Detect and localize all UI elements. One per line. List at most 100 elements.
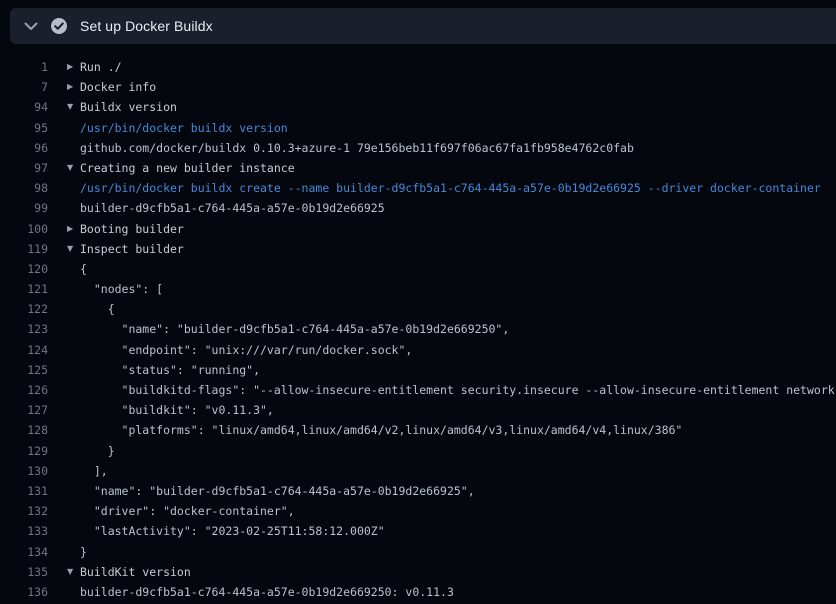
gutter-spacer <box>48 582 80 602</box>
gutter-spacer <box>48 198 80 218</box>
log-group-title: Buildx version <box>80 97 177 117</box>
gutter-spacer <box>48 319 80 339</box>
log-command-text: /usr/bin/docker buildx version <box>80 118 288 138</box>
line-number[interactable]: 126 <box>0 380 48 400</box>
triangle-right-icon[interactable]: ▶ <box>48 57 80 77</box>
log-group-title: Inspect builder <box>80 239 184 259</box>
line-number[interactable]: 96 <box>0 138 48 158</box>
log-line: 124 "endpoint": "unix:///var/run/docker.… <box>0 340 836 360</box>
line-number[interactable]: 128 <box>0 420 48 440</box>
triangle-down-icon[interactable]: ▼ <box>48 97 80 117</box>
gutter-spacer <box>48 178 80 198</box>
gutter-spacer <box>48 340 80 360</box>
triangle-down-icon[interactable]: ▼ <box>48 562 80 582</box>
log-output-text: builder-d9cfb5a1-c764-445a-a57e-0b19d2e6… <box>80 582 454 602</box>
chevron-down-icon[interactable] <box>16 8 46 44</box>
log-line: 126 "buildkitd-flags": "--allow-insecure… <box>0 380 836 400</box>
log-group-line[interactable]: 1▶Run ./ <box>0 57 836 77</box>
line-number[interactable]: 94 <box>0 97 48 117</box>
log-output-text: "endpoint": "unix:///var/run/docker.sock… <box>80 340 412 360</box>
gutter-spacer <box>48 501 80 521</box>
line-number[interactable]: 122 <box>0 299 48 319</box>
gutter-spacer <box>48 138 80 158</box>
line-number[interactable]: 1 <box>0 57 48 77</box>
line-number[interactable]: 98 <box>0 178 48 198</box>
log-line: 128 "platforms": "linux/amd64,linux/amd6… <box>0 420 836 440</box>
log-line: 131 "name": "builder-d9cfb5a1-c764-445a-… <box>0 481 836 501</box>
step-header[interactable]: Set up Docker Buildx <box>10 8 836 44</box>
line-number[interactable]: 136 <box>0 582 48 602</box>
triangle-right-icon[interactable]: ▶ <box>48 77 80 97</box>
log-group-title: Docker info <box>80 77 156 97</box>
line-number[interactable]: 97 <box>0 158 48 178</box>
log-line: 123 "name": "builder-d9cfb5a1-c764-445a-… <box>0 319 836 339</box>
log-group-title: Creating a new builder instance <box>80 158 295 178</box>
log-output-text: "name": "builder-d9cfb5a1-c764-445a-a57e… <box>80 319 509 339</box>
log-output-text: "nodes": [ <box>80 279 163 299</box>
log-line: 133 "lastActivity": "2023-02-25T11:58:12… <box>0 521 836 541</box>
gutter-spacer <box>48 400 80 420</box>
log-group-line[interactable]: 119▼Inspect builder <box>0 239 836 259</box>
gutter-spacer <box>48 259 80 279</box>
triangle-right-icon[interactable]: ▶ <box>48 219 80 239</box>
log-line: 130 ], <box>0 461 836 481</box>
log-line: 99 builder-d9cfb5a1-c764-445a-a57e-0b19d2… <box>0 198 836 218</box>
triangle-down-icon[interactable]: ▼ <box>48 158 80 178</box>
line-number[interactable]: 131 <box>0 481 48 501</box>
line-number[interactable]: 100 <box>0 219 48 239</box>
log-group-title: Booting builder <box>80 219 184 239</box>
line-number[interactable]: 124 <box>0 340 48 360</box>
gutter-spacer <box>48 360 80 380</box>
line-number[interactable]: 120 <box>0 259 48 279</box>
triangle-down-icon[interactable]: ▼ <box>48 239 80 259</box>
step-title: Set up Docker Buildx <box>80 18 213 34</box>
gutter-spacer <box>48 542 80 562</box>
log-line: 134} <box>0 542 836 562</box>
line-number[interactable]: 123 <box>0 319 48 339</box>
line-number[interactable]: 121 <box>0 279 48 299</box>
log-command-text: /usr/bin/docker buildx create --name bui… <box>80 178 821 198</box>
line-number[interactable]: 134 <box>0 542 48 562</box>
line-number[interactable]: 99 <box>0 198 48 218</box>
log-line: 121 "nodes": [ <box>0 279 836 299</box>
gutter-spacer <box>48 441 80 461</box>
log-group-line[interactable]: 94▼Buildx version <box>0 97 836 117</box>
log-group-line[interactable]: 100▶Booting builder <box>0 219 836 239</box>
log-group-line[interactable]: 7▶Docker info <box>0 77 836 97</box>
log-line: 96 github.com/docker/buildx 0.10.3+azure-… <box>0 138 836 158</box>
line-number[interactable]: 132 <box>0 501 48 521</box>
log-line: 95/usr/bin/docker buildx version <box>0 118 836 138</box>
line-number[interactable]: 119 <box>0 239 48 259</box>
line-number[interactable]: 130 <box>0 461 48 481</box>
log-line: 127 "buildkit": "v0.11.3", <box>0 400 836 420</box>
log-output-text: builder-d9cfb5a1-c764-445a-a57e-0b19d2e6… <box>80 198 385 218</box>
log-output-text: } <box>80 441 115 461</box>
log-group-title: BuildKit version <box>80 562 191 582</box>
line-number[interactable]: 135 <box>0 562 48 582</box>
log-group-line[interactable]: 135▼BuildKit version <box>0 562 836 582</box>
log-output-text: "lastActivity": "2023-02-25T11:58:12.000… <box>80 521 385 541</box>
log-line: 98/usr/bin/docker buildx create --name b… <box>0 178 836 198</box>
gutter-spacer <box>48 279 80 299</box>
log-output-text: "buildkit": "v0.11.3", <box>80 400 274 420</box>
log-group-line[interactable]: 97▼Creating a new builder instance <box>0 158 836 178</box>
line-number[interactable]: 129 <box>0 441 48 461</box>
line-number[interactable]: 95 <box>0 118 48 138</box>
line-number[interactable]: 133 <box>0 521 48 541</box>
log-output-text: { <box>80 299 115 319</box>
check-circle-icon <box>50 17 68 35</box>
line-number[interactable]: 127 <box>0 400 48 420</box>
gutter-spacer <box>48 461 80 481</box>
line-number[interactable]: 7 <box>0 77 48 97</box>
line-number[interactable]: 125 <box>0 360 48 380</box>
log-output-text: "buildkitd-flags": "--allow-insecure-ent… <box>80 380 835 400</box>
log-output-text: "status": "running", <box>80 360 260 380</box>
log-output-text: github.com/docker/buildx 0.10.3+azure-1 … <box>80 138 634 158</box>
log-lines: 1▶Run ./7▶Docker info94▼Buildx version95… <box>0 57 836 602</box>
gutter-spacer <box>48 481 80 501</box>
log-line: 122 { <box>0 299 836 319</box>
gutter-spacer <box>48 118 80 138</box>
gutter-spacer <box>48 380 80 400</box>
log-output-text: "driver": "docker-container", <box>80 501 295 521</box>
log-line: 120{ <box>0 259 836 279</box>
